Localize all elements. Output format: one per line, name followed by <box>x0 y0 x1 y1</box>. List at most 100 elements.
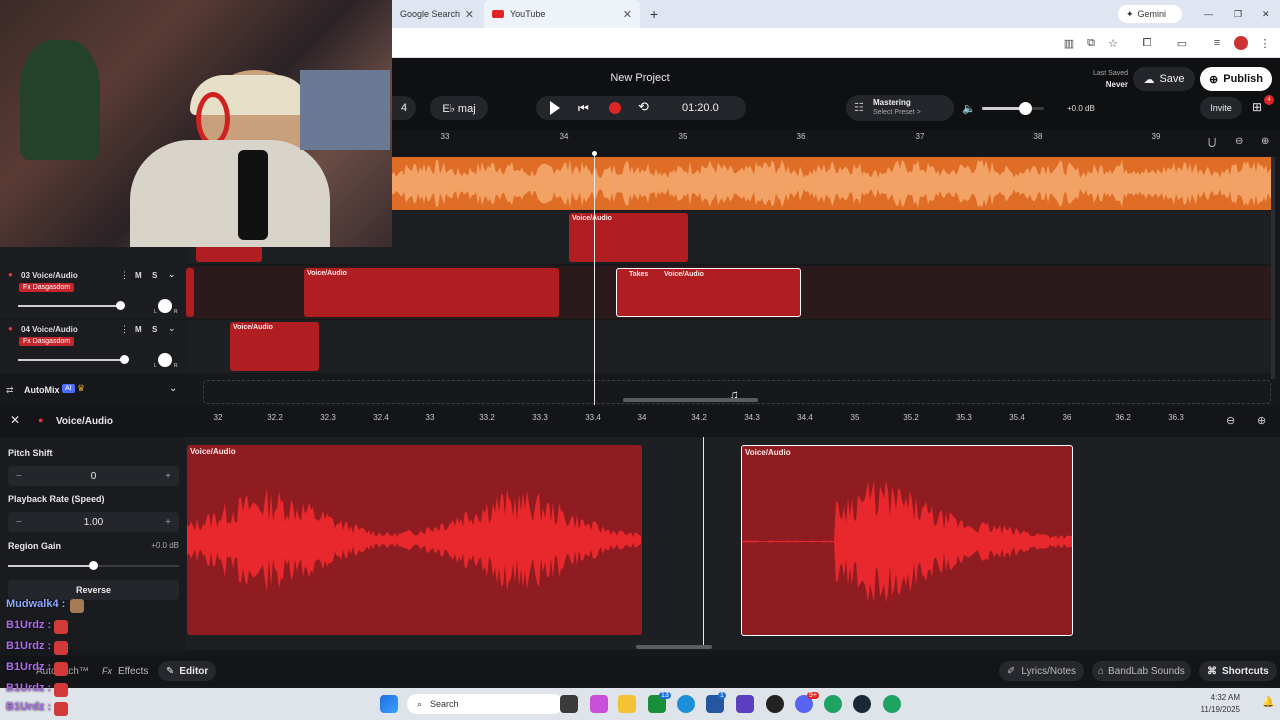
track-volume-slider[interactable] <box>18 359 124 361</box>
loop-icon[interactable]: ⟲ <box>638 99 649 115</box>
menu-icon[interactable]: ⋮ <box>1258 36 1272 50</box>
windows-start-icon[interactable] <box>380 695 398 713</box>
gemini-button[interactable]: ✦ Gemini <box>1118 5 1182 23</box>
master-volume-slider[interactable] <box>982 107 1044 110</box>
region-gain-handle[interactable] <box>89 561 98 570</box>
clock-date[interactable]: 11/19/2025 <box>1190 705 1240 714</box>
bar-count[interactable]: 4 <box>392 96 416 120</box>
editor-clip-left[interactable]: Voice/Audio <box>187 445 642 635</box>
fx-badge[interactable]: Fx Dasgasdom <box>19 283 75 292</box>
playback-rate-value[interactable]: 1.00 <box>84 517 103 528</box>
audio-clip[interactable] <box>196 245 262 262</box>
publish-button[interactable]: ⊕ Publish <box>1200 67 1272 91</box>
lyrics-tab[interactable]: ✐ Lyrics/Notes <box>999 661 1085 681</box>
steam-icon[interactable] <box>853 695 871 713</box>
close-icon[interactable]: ✕ <box>10 413 20 427</box>
file-explorer-icon[interactable] <box>618 695 636 713</box>
editor-tab[interactable]: ✎ Editor <box>158 661 217 681</box>
queue-icon[interactable]: ≡ <box>1210 36 1224 50</box>
more-icon[interactable]: ⋮ <box>120 324 129 335</box>
sidebar-icon[interactable]: ▥ <box>1062 36 1076 50</box>
automix-label[interactable]: AutoMix <box>24 385 60 395</box>
pan-knob[interactable] <box>158 353 172 367</box>
track-lane-4[interactable]: Voice/Audio <box>186 320 1272 373</box>
playhead[interactable] <box>594 153 595 405</box>
playback-rate-stepper[interactable]: − 1.00 + <box>8 512 179 532</box>
pitch-shift-stepper[interactable]: − 0 + <box>8 466 179 486</box>
tab-youtube[interactable]: YouTube ✕ <box>484 0 640 28</box>
bell-icon[interactable]: 🔔 <box>1262 697 1274 708</box>
chevron-down-icon[interactable]: ⌄ <box>169 383 177 394</box>
cast-icon[interactable]: ⧉ <box>1084 36 1098 50</box>
chevron-down-icon[interactable]: ⌄ <box>168 269 176 280</box>
fx-badge[interactable]: Fx Dasgasdom <box>19 337 75 346</box>
pan-knob[interactable] <box>158 299 172 313</box>
mute-button[interactable]: M <box>135 325 142 334</box>
more-icon[interactable]: ⋮ <box>120 270 129 281</box>
app-icon[interactable] <box>766 695 784 713</box>
close-icon[interactable]: ✕ <box>465 8 474 21</box>
zoom-out-icon[interactable]: ⊖ <box>1226 414 1235 427</box>
audio-clip[interactable]: Voice/Audio <box>569 213 688 262</box>
minus-icon[interactable]: − <box>16 471 22 482</box>
reverse-button[interactable]: Reverse <box>8 580 179 600</box>
mastering-button[interactable]: ☷ Mastering Select Preset > <box>846 95 954 121</box>
orange-audio-clip[interactable] <box>392 157 1272 210</box>
save-button[interactable]: ☁ Save <box>1133 67 1195 91</box>
tab-google-search[interactable]: Google Search ✕ <box>392 0 482 28</box>
track-volume-slider[interactable] <box>18 305 120 307</box>
audio-clip[interactable] <box>186 268 194 317</box>
star-icon[interactable]: ☆ <box>1106 36 1120 50</box>
magnet-icon[interactable]: ⋃ <box>1208 137 1216 148</box>
volume-handle[interactable] <box>120 355 129 364</box>
key-selector[interactable]: E♭ maj <box>430 96 488 120</box>
track-lane-1[interactable] <box>392 157 1272 210</box>
app-icon[interactable] <box>736 695 754 713</box>
profile-avatar[interactable] <box>1234 36 1248 50</box>
chrome-icon[interactable] <box>883 695 901 713</box>
restore-icon[interactable]: ❐ <box>1226 0 1242 28</box>
plus-icon[interactable]: + <box>165 517 171 528</box>
editor-ruler[interactable]: 32 32.2 32.3 32.4 33 33.2 33.3 33.4 34 34.2 34.3 34… <box>186 406 1206 437</box>
close-icon[interactable]: ✕ <box>623 8 632 21</box>
playhead-handle[interactable] <box>592 151 597 156</box>
solo-button[interactable]: S <box>152 325 157 334</box>
editor-canvas[interactable]: Voice/Audio Voice/Audio <box>186 437 1280 650</box>
zoom-in-icon[interactable]: ⊕ <box>1257 414 1266 427</box>
record-icon[interactable] <box>609 102 621 114</box>
horizontal-scrollbar[interactable] <box>623 398 758 402</box>
close-window-icon[interactable]: ✕ <box>1254 0 1270 28</box>
gift-icon[interactable]: ⊞ <box>1252 100 1262 114</box>
editor-clip-right[interactable]: Voice/Audio <box>741 445 1073 636</box>
sounds-tab[interactable]: ⌂ BandLab Sounds <box>1092 661 1191 681</box>
project-title[interactable]: New Project <box>560 72 720 84</box>
audio-clip[interactable]: Voice/Audio <box>230 322 319 371</box>
chrome-icon[interactable] <box>824 695 842 713</box>
edge-icon[interactable] <box>677 695 695 713</box>
speaker-icon[interactable]: 🔈 <box>962 102 976 115</box>
takes-clip[interactable]: Takes Voice/Audio <box>616 268 801 317</box>
zoom-in-icon[interactable]: ⊕ <box>1261 136 1269 147</box>
extensions-icon[interactable]: ⧠ <box>1140 36 1154 50</box>
vertical-scrollbar[interactable] <box>1271 157 1275 379</box>
shortcuts-tab[interactable]: ⌘ Shortcuts <box>1199 661 1277 681</box>
screen-icon[interactable]: ▭ <box>1175 36 1189 50</box>
plus-icon[interactable]: + <box>165 471 171 482</box>
editor-playhead[interactable] <box>703 437 704 646</box>
audio-clip[interactable]: Voice/Audio <box>304 268 559 317</box>
task-view-icon[interactable] <box>560 695 578 713</box>
zoom-out-icon[interactable]: ⊖ <box>1235 136 1243 147</box>
clock-time[interactable]: 4:32 AM <box>1190 693 1240 702</box>
chevron-down-icon[interactable]: ⌄ <box>168 323 176 334</box>
volume-handle[interactable] <box>116 301 125 310</box>
pitch-shift-value[interactable]: 0 <box>91 471 97 482</box>
effects-tab[interactable]: Fx Effects <box>102 663 148 679</box>
play-icon[interactable] <box>550 101 560 115</box>
minimize-icon[interactable]: — <box>1196 0 1213 28</box>
new-tab-button[interactable]: + <box>642 0 662 28</box>
track-name[interactable]: 03 Voice/Audio <box>21 271 78 280</box>
invite-button[interactable]: Invite <box>1200 97 1242 119</box>
timeline-ruler[interactable]: 33 34 35 36 37 38 39 <box>392 130 1280 156</box>
mute-button[interactable]: M <box>135 271 142 280</box>
copilot-icon[interactable] <box>590 695 608 713</box>
